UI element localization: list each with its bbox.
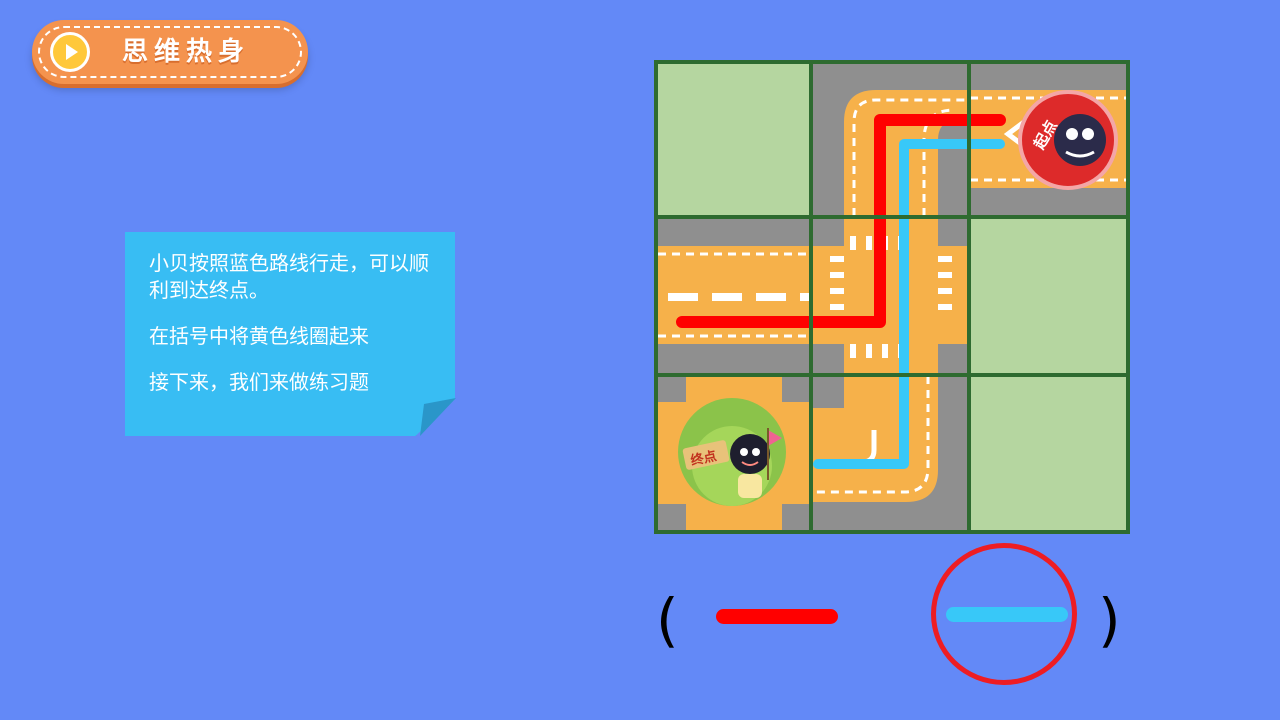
start-marker: 起点 xyxy=(1018,90,1118,190)
instruction-text: 小贝按照蓝色路线行走，可以顺利到达终点。 在括号中将黄色线圈起来 接下来，我们来… xyxy=(149,250,439,396)
note-fold-corner xyxy=(420,398,456,436)
red-line-option[interactable] xyxy=(716,609,838,624)
warmup-badge: 思维热身 xyxy=(32,20,308,84)
route-map: 起点 终点 xyxy=(654,60,1130,534)
tile-middle-left xyxy=(658,218,810,374)
close-parenthesis: ) xyxy=(1098,586,1121,654)
end-marker: 终点 xyxy=(678,398,786,506)
play-icon[interactable] xyxy=(50,32,90,72)
instruction-line-3: 接下来，我们来做练习题 xyxy=(149,370,369,394)
tile-bottom-middle xyxy=(812,376,968,530)
tile-center xyxy=(812,218,968,374)
instruction-line-1: 小贝按照蓝色路线行走，可以顺利到达终点。 xyxy=(149,251,429,302)
open-parenthesis: ( xyxy=(656,586,679,654)
instruction-line-2: 在括号中将黄色线圈起来 xyxy=(149,324,369,348)
answer-circle xyxy=(931,543,1077,685)
page-title: 思维热身 xyxy=(122,37,251,67)
